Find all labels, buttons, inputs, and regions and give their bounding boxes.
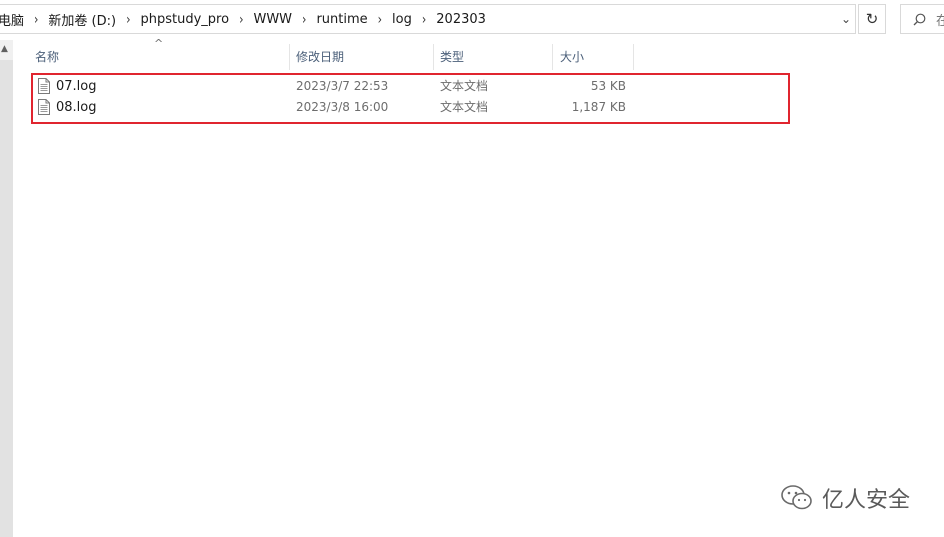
search-icon <box>913 13 926 25</box>
column-header-type[interactable]: 类型 <box>440 44 540 70</box>
search-box[interactable]: 在 <box>900 4 944 34</box>
refresh-icon: ↻ <box>865 10 879 28</box>
scroll-up-arrow-icon[interactable]: ▲ <box>1 44 8 54</box>
address-bar[interactable]: 电脑 › 新加卷 (D:) › phpstudy_pro › WWW › run… <box>0 4 856 34</box>
column-divider[interactable] <box>552 44 553 70</box>
chevron-down-icon[interactable]: ⌄ <box>841 12 851 26</box>
breadcrumb-log[interactable]: log <box>388 12 416 27</box>
column-header-name[interactable]: 名称 <box>35 44 285 70</box>
scrollbar-thumb[interactable] <box>0 60 13 537</box>
breadcrumb-www[interactable]: WWW <box>249 12 296 27</box>
column-divider[interactable] <box>289 44 290 70</box>
column-header-date[interactable]: 修改日期 <box>296 44 426 70</box>
breadcrumb-separator-icon[interactable]: › <box>28 11 44 28</box>
highlight-annotation-box <box>31 73 790 124</box>
breadcrumb-separator-icon[interactable]: › <box>233 11 249 28</box>
watermark: 亿人安全 <box>780 482 910 514</box>
breadcrumb-this-pc[interactable]: 电脑 <box>0 10 28 29</box>
column-header-size[interactable]: 大小 <box>560 44 630 70</box>
watermark-text: 亿人安全 <box>822 488 911 513</box>
column-divider[interactable] <box>433 44 434 70</box>
wechat-icon <box>781 485 812 510</box>
breadcrumb-separator-icon[interactable]: › <box>372 11 388 28</box>
breadcrumb-separator-icon[interactable]: › <box>416 11 432 28</box>
breadcrumb-202303[interactable]: 202303 <box>432 12 490 27</box>
search-placeholder: 在 <box>936 13 944 29</box>
column-divider[interactable] <box>633 44 634 70</box>
breadcrumb-phpstudy[interactable]: phpstudy_pro <box>137 12 234 27</box>
breadcrumb-separator-icon[interactable]: › <box>120 11 136 28</box>
breadcrumb-separator-icon[interactable]: › <box>296 11 312 28</box>
breadcrumb-runtime[interactable]: runtime <box>312 12 371 27</box>
refresh-button[interactable]: ↻ <box>858 4 886 34</box>
breadcrumb-drive[interactable]: 新加卷 (D:) <box>44 10 120 29</box>
